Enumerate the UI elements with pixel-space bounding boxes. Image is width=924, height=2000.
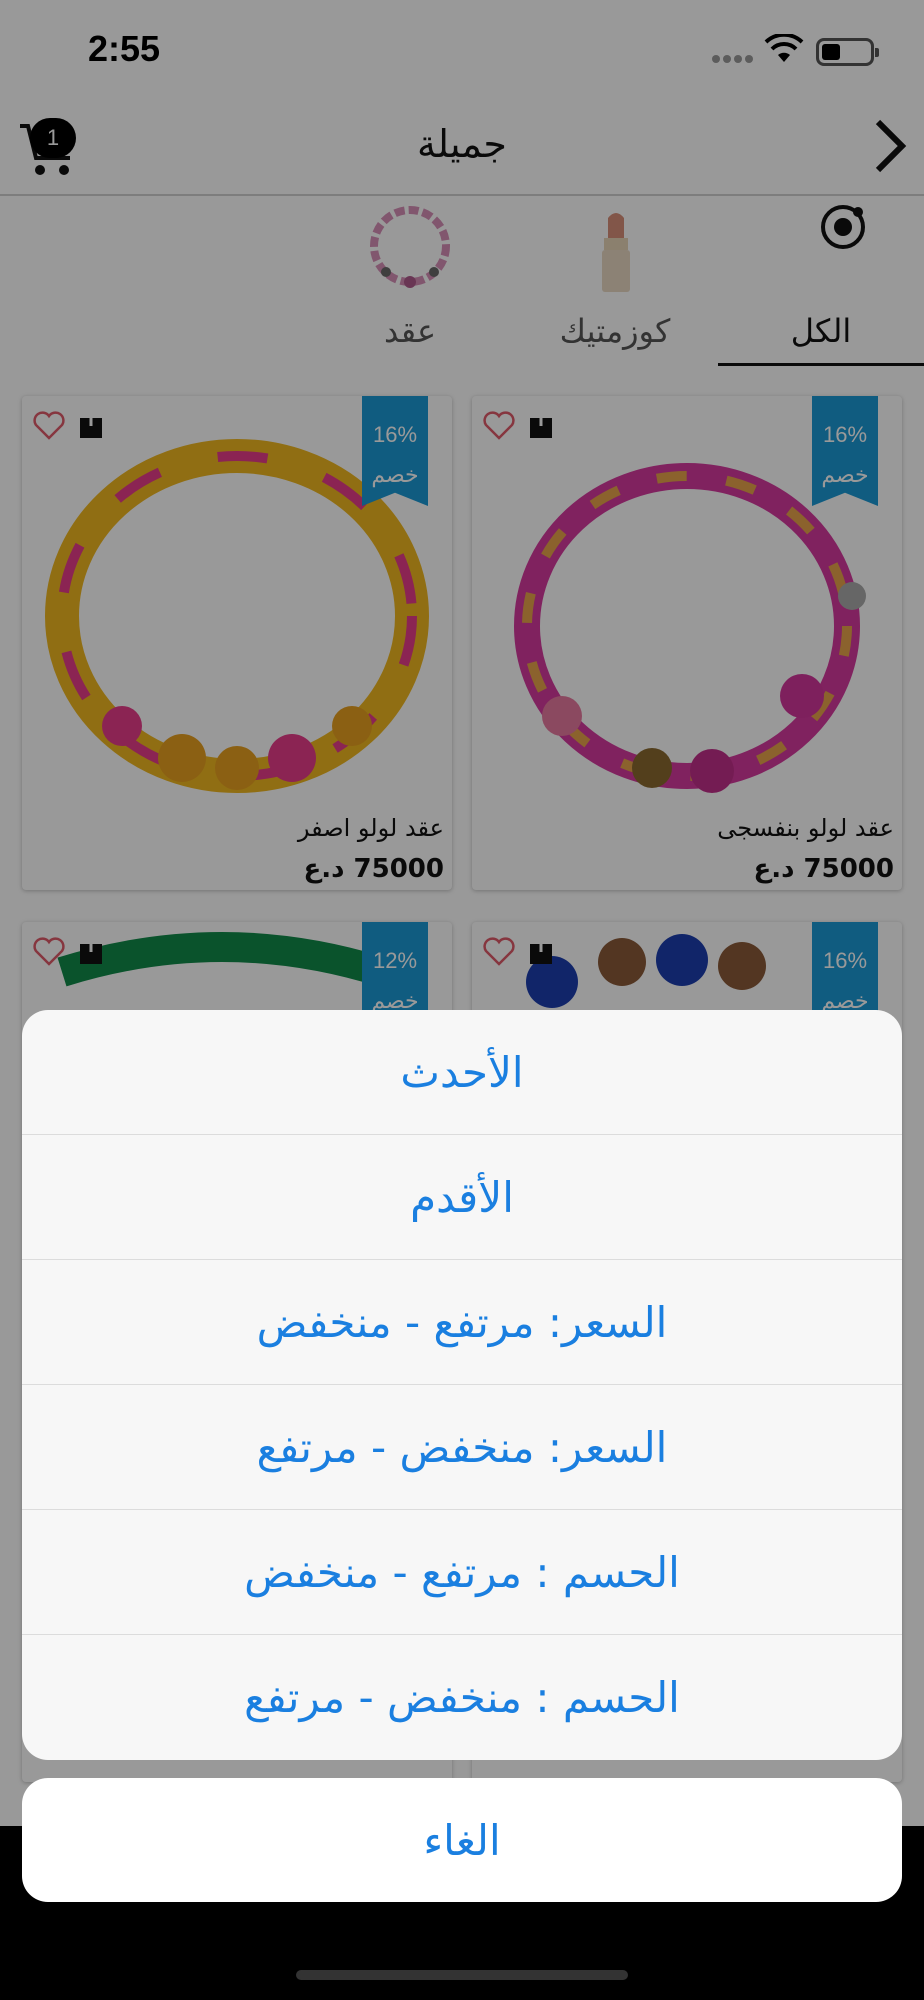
home-indicator[interactable] (296, 1970, 628, 1980)
sort-option-price-low-high[interactable]: السعر: منخفض - مرتفع (22, 1385, 902, 1510)
cancel-button[interactable]: الغاء (22, 1778, 902, 1902)
sort-action-sheet: الأحدث الأقدم السعر: مرتفع - منخفض السعر… (22, 1010, 902, 1760)
sort-option-discount-high-low[interactable]: الحسم : مرتفع - منخفض (22, 1510, 902, 1635)
sort-option-price-high-low[interactable]: السعر: مرتفع - منخفض (22, 1260, 902, 1385)
sort-option-discount-low-high[interactable]: الحسم : منخفض - مرتفع (22, 1635, 902, 1760)
sort-option-oldest[interactable]: الأقدم (22, 1135, 902, 1260)
sort-option-newest[interactable]: الأحدث (22, 1010, 902, 1135)
